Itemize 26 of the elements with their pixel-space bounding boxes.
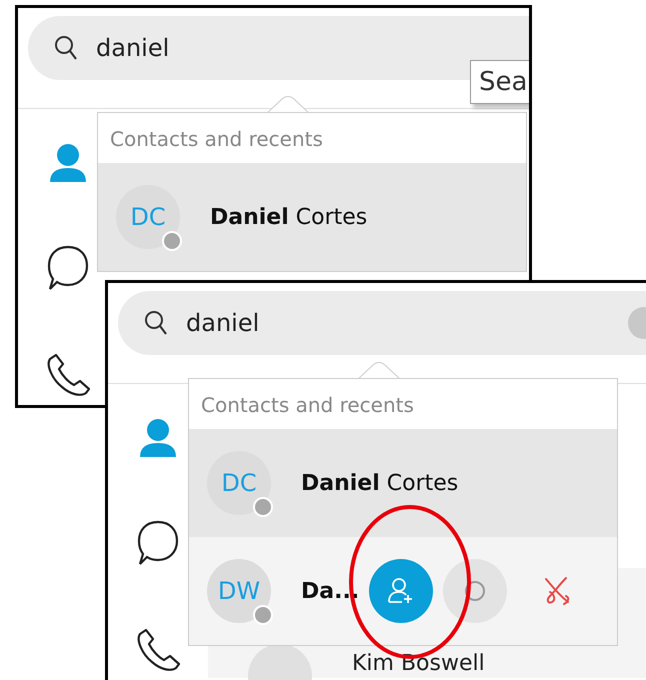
- phone-icon[interactable]: [136, 628, 180, 672]
- section-header: Contacts and recents: [200, 392, 415, 419]
- section-header: Contacts and recents: [109, 126, 324, 153]
- status-dot: [253, 605, 273, 625]
- avatar: DC: [116, 185, 180, 249]
- contact-name: Kim Boswell: [352, 651, 485, 678]
- person-plus-icon: [388, 577, 414, 605]
- search-field[interactable]: daniel: [186, 309, 386, 337]
- person-icon[interactable]: [139, 418, 177, 458]
- avatar: DW: [207, 559, 271, 623]
- status-dot: [253, 497, 273, 517]
- chat-icon: [463, 579, 488, 603]
- status-dot: [162, 231, 182, 251]
- contact-name: Daniel Cortes: [301, 470, 458, 496]
- search-icon: [54, 35, 78, 61]
- result-row[interactable]: DC Daniel Cortes: [98, 163, 526, 271]
- search-field[interactable]: daniel: [96, 34, 296, 62]
- phone-icon[interactable]: [46, 353, 90, 397]
- contact-name: Daniel Cortes: [210, 204, 368, 230]
- person-icon[interactable]: [49, 143, 87, 183]
- search-icon: [144, 310, 168, 336]
- avatar: DC: [207, 451, 271, 515]
- result-row[interactable]: DC Daniel Cortes: [189, 429, 617, 537]
- chat-icon[interactable]: [137, 520, 179, 566]
- tooltip: Sea: [470, 60, 529, 104]
- chat-icon[interactable]: [47, 245, 89, 291]
